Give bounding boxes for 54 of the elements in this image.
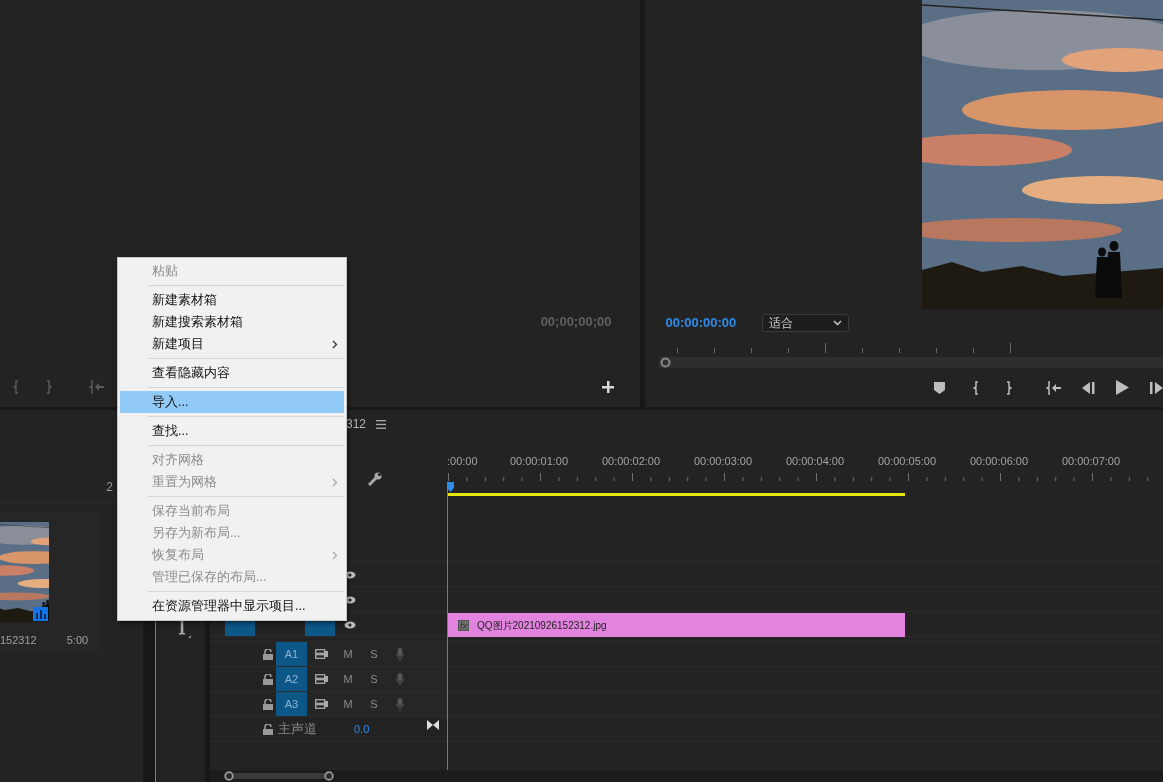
time-label: 00:00:05:00	[877, 455, 937, 467]
zoom-dropdown[interactable]: 适合	[762, 314, 850, 332]
step-forward-icon[interactable]	[1150, 381, 1163, 394]
menu-item[interactable]: 在资源管理器中显示项目...	[120, 595, 344, 617]
time-label: 00:00:01:00	[509, 455, 569, 467]
clip-badge-icon	[33, 607, 48, 621]
timecode[interactable]: 00:00:00:00	[665, 314, 737, 332]
time-label: 00:00:03:00	[693, 455, 753, 467]
menu-item[interactable]: 新建搜索素材箱	[120, 311, 344, 333]
timecode: 00;00;00;00	[540, 314, 612, 329]
mark-in-icon[interactable]	[973, 380, 980, 395]
lock-icon[interactable]	[263, 648, 273, 660]
wrench-icon[interactable]	[368, 471, 382, 486]
menu-item[interactable]: 查看隐藏内容	[120, 362, 344, 384]
voice-record-icon[interactable]	[314, 699, 328, 709]
sequence-tab[interactable]: 312	[346, 415, 367, 433]
chevron-down-icon	[833, 320, 843, 326]
time-label: 00:00:07:00	[1061, 455, 1121, 467]
submenu-icon	[332, 550, 338, 560]
time-label: :00:00	[447, 455, 478, 467]
track-target[interactable]: A1	[276, 642, 307, 666]
track-target[interactable]: A3	[276, 692, 307, 716]
voice-record-icon[interactable]	[314, 674, 328, 684]
time-label: 00:00:02:00	[601, 455, 661, 467]
menu-item[interactable]: 查找...	[120, 420, 344, 442]
menu-item[interactable]: 导入...	[120, 391, 344, 413]
marker-icon[interactable]	[934, 381, 946, 394]
track-name: 主声道	[278, 720, 317, 738]
track-target[interactable]: A2	[276, 667, 307, 691]
lock-icon[interactable]	[263, 673, 273, 685]
mark-out-icon[interactable]	[1006, 380, 1013, 395]
submenu-icon	[332, 477, 338, 487]
volume-value[interactable]: 0.0	[354, 720, 370, 738]
item-count: 2	[106, 479, 113, 496]
lock-icon[interactable]	[263, 723, 273, 735]
clip-name: 152312	[0, 633, 37, 648]
time-label: 00:00:06:00	[969, 455, 1029, 467]
bowtie-icon[interactable]	[427, 720, 439, 730]
voice-record-icon[interactable]	[314, 649, 328, 659]
go-to-in-icon[interactable]	[1046, 380, 1063, 395]
step-back-icon[interactable]	[1082, 381, 1096, 394]
play-icon[interactable]	[1116, 380, 1130, 395]
playhead-icon[interactable]	[447, 482, 454, 492]
zoom-scrollbar[interactable]	[223, 770, 335, 782]
eye-icon[interactable]	[344, 620, 356, 629]
add-icon[interactable]	[602, 381, 615, 393]
clip-duration: 5:00	[66, 633, 89, 648]
menu-item[interactable]: 新建项目	[120, 333, 344, 355]
menu-icon[interactable]	[376, 419, 387, 429]
scrub-handle[interactable]	[660, 357, 672, 368]
time-label: 00:00:04:00	[785, 455, 845, 467]
lock-icon[interactable]	[263, 698, 273, 710]
menu-item[interactable]: 新建素材箱	[120, 289, 344, 311]
submenu-icon	[332, 339, 338, 349]
